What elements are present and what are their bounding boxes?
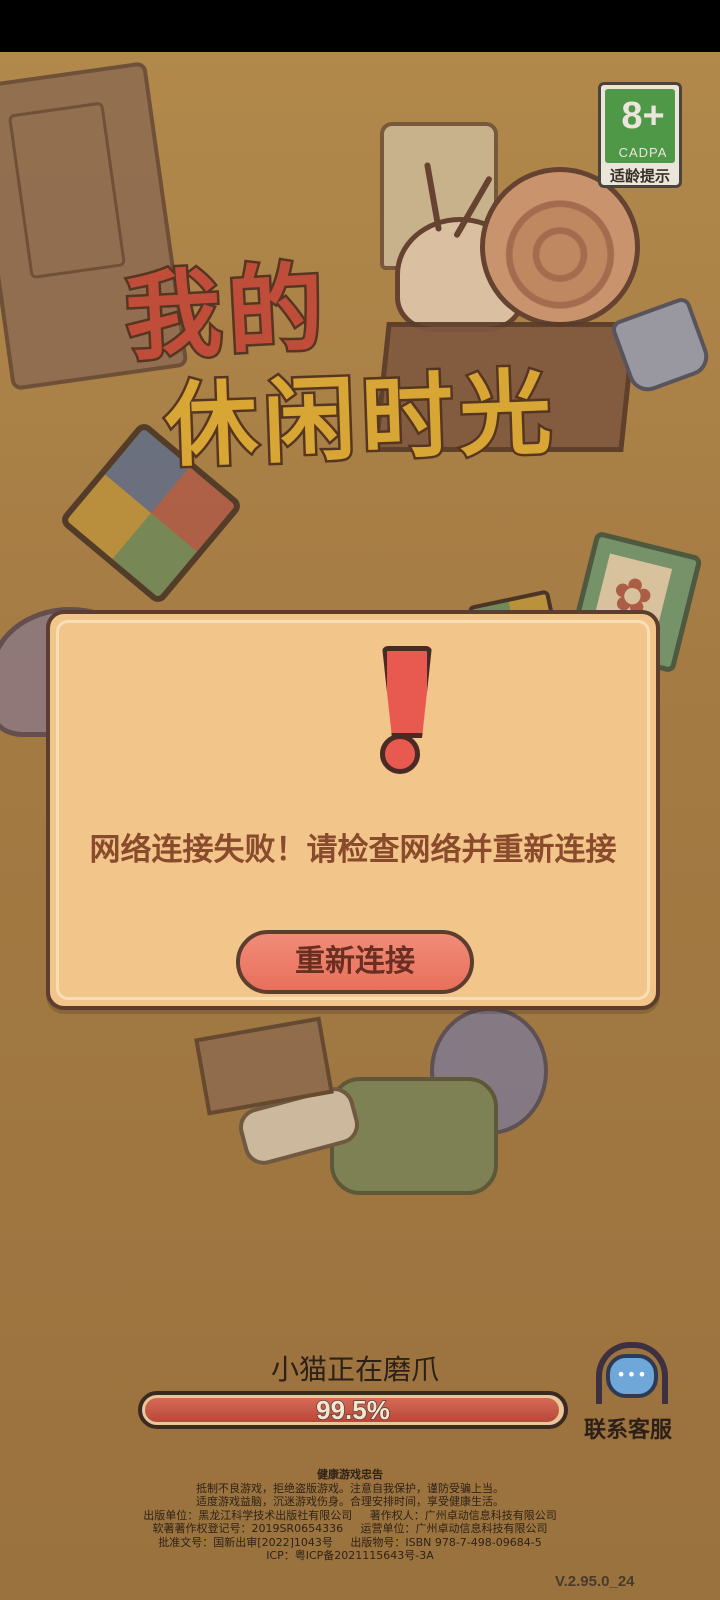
exclamation-dot <box>380 734 420 774</box>
customer-service-button[interactable]: ••• 联系客服 <box>578 1340 678 1443</box>
health-advice-line: 适度游戏益脑，沉迷游戏伤身。合理安排时间，享受健康生活。 <box>196 1495 504 1508</box>
exclamation-bar <box>382 646 432 738</box>
headset-chat-icon: ••• <box>592 1340 668 1406</box>
status-bar <box>0 0 720 52</box>
legal-footer: 健康游戏忠告 抵制不良游戏，拒绝盗版游戏。注意自我保护，谨防受骗上当。 适度游戏… <box>100 1468 600 1563</box>
loading-status-text: 小猫正在磨爪 <box>270 1353 439 1386</box>
loading-progress-percent: 99.5% <box>315 1395 390 1425</box>
legal-line: 批准文号：国新出审[2022]1043号 出版物号：ISBN 978-7-498… <box>100 1536 600 1550</box>
health-advice-title: 健康游戏忠告 <box>317 1468 383 1481</box>
exclamation-icon <box>372 646 434 776</box>
icp-info: ICP：粤ICP备2021115643号-3A <box>266 1549 434 1562</box>
operator-info: 运营单位：广州卓动信息科技有限公司 <box>360 1522 548 1535</box>
legal-line: 软著著作权登记号：2019SR0654336 运营单位：广州卓动信息科技有限公司 <box>100 1522 600 1536</box>
software-registration-info: 软著著作权登记号：2019SR0654336 <box>152 1522 344 1535</box>
error-message: 网络连接失败！请检查网络并重新连接 <box>89 832 617 868</box>
copyright-owner-info: 著作权人：广州卓动信息科技有限公司 <box>369 1508 557 1522</box>
legal-line: 出版单位：黑龙江科学技术出版社有限公司 著作权人：广州卓动信息科技有限公司 <box>100 1509 600 1523</box>
approval-info: 批准文号：国新出审[2022]1043号 <box>158 1535 333 1549</box>
health-advice-line: 抵制不良游戏，拒绝盗版游戏。注意自我保护，谨防受骗上当。 <box>196 1481 504 1495</box>
reconnect-button[interactable]: 重新连接 <box>236 930 474 994</box>
publisher-info: 出版单位：黑龙江科学技术出版社有限公司 <box>143 1508 353 1522</box>
version-label: V.2.95.0_24 <box>555 1573 635 1590</box>
publication-number-info: 出版物号：ISBN 978-7-498-09684-5 <box>350 1535 542 1549</box>
network-error-dialog: 网络连接失败！请检查网络并重新连接 重新连接 <box>46 610 660 1010</box>
chat-bubble-icon: ••• <box>606 1354 658 1398</box>
customer-service-label: 联系客服 <box>583 1418 672 1443</box>
loading-progress-bar: 99.5% <box>138 1391 568 1429</box>
